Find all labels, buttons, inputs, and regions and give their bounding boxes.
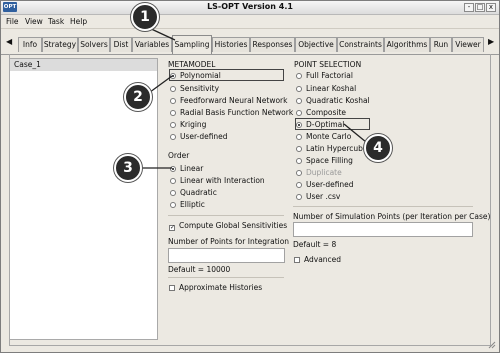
metamodel-option[interactable]: User-defined	[170, 132, 228, 143]
radio-icon[interactable]	[296, 194, 302, 200]
minimize-button[interactable]: -	[464, 3, 474, 12]
radio-icon[interactable]	[170, 86, 176, 92]
tab-dist[interactable]: Dist	[110, 37, 132, 52]
tab-scroll-left-icon[interactable]: ◀	[6, 37, 12, 46]
menu-file[interactable]: File	[6, 17, 19, 26]
callout-1: 1	[131, 3, 159, 31]
menu-help[interactable]: Help	[70, 17, 87, 26]
order-option[interactable]: Quadratic	[170, 188, 217, 199]
approximate-histories-checkbox[interactable]: Approximate Histories	[169, 283, 262, 294]
radio-icon[interactable]	[170, 98, 176, 104]
radio-icon[interactable]	[296, 110, 302, 116]
metamodel-option[interactable]: Sensitivity	[170, 84, 219, 95]
resize-grip-icon[interactable]	[488, 341, 496, 349]
tab-algorithms[interactable]: Algorithms	[384, 37, 430, 52]
point-selection-option[interactable]: Full Factorial	[296, 71, 353, 82]
title-bar: OPT LS-OPT Version 4.1 - □ x	[1, 1, 499, 15]
tab-sampling[interactable]: Sampling	[172, 35, 212, 54]
radio-icon[interactable]	[296, 182, 302, 188]
point-selection-option[interactable]: D-Optimal	[296, 120, 344, 131]
radio-icon[interactable]	[170, 122, 176, 128]
metamodel-option[interactable]: Polynomial	[170, 71, 221, 82]
metamodel-option[interactable]: Radial Basis Function Network	[170, 108, 293, 119]
order-header: Order	[168, 151, 190, 160]
radio-icon[interactable]	[170, 190, 176, 196]
maximize-button[interactable]: □	[475, 3, 485, 12]
point-selection-option: Duplicate	[296, 168, 342, 179]
point-selection-option[interactable]: Latin Hypercube	[296, 144, 368, 155]
simulation-default-text: Default = 8	[293, 240, 337, 249]
main-window: OPT LS-OPT Version 4.1 - □ x File View T…	[0, 0, 500, 353]
menu-bar: File View Task Help	[1, 15, 499, 29]
radio-icon[interactable]	[296, 98, 302, 104]
callout-4: 4	[364, 134, 392, 162]
tab-info[interactable]: Info	[18, 37, 42, 52]
metamodel-option[interactable]: Feedforward Neural Network	[170, 96, 287, 107]
point-selection-option[interactable]: User-defined	[296, 180, 354, 191]
simulation-points-input[interactable]	[293, 222, 473, 237]
tab-run[interactable]: Run	[430, 37, 452, 52]
point-selection-option[interactable]: Quadratic Koshal	[296, 96, 370, 107]
radio-icon[interactable]	[296, 134, 302, 140]
menu-view[interactable]: View	[25, 17, 43, 26]
tab-histories[interactable]: Histories	[212, 37, 250, 52]
metamodel-option[interactable]: Kriging	[170, 120, 206, 131]
tab-objective[interactable]: Objective	[295, 37, 337, 52]
radio-icon[interactable]	[296, 73, 302, 79]
metamodel-header: METAMODEL	[168, 60, 216, 69]
simulation-points-label: Number of Simulation Points (per Iterati…	[293, 212, 491, 221]
window-controls: - □ x	[464, 3, 496, 12]
menu-task[interactable]: Task	[48, 17, 64, 26]
radio-icon[interactable]	[170, 202, 176, 208]
tab-strategy[interactable]: Strategy	[42, 37, 78, 52]
global-sensitivities-checkbox[interactable]: ✓ Compute Global Sensitivities	[169, 221, 287, 232]
tab-viewer[interactable]: Viewer	[452, 37, 484, 52]
integration-default-text: Default = 10000	[168, 265, 231, 274]
point-selection-header: POINT SELECTION	[294, 60, 362, 69]
radio-icon[interactable]	[170, 178, 176, 184]
callout-3: 3	[114, 154, 142, 182]
checkbox-icon[interactable]	[294, 257, 300, 263]
radio-icon[interactable]	[170, 73, 176, 79]
point-selection-option[interactable]: Linear Koshal	[296, 84, 356, 95]
tab-constraints[interactable]: Constraints	[337, 37, 384, 52]
integration-points-input[interactable]	[168, 248, 285, 263]
order-option[interactable]: Linear with Interaction	[170, 176, 265, 187]
order-option[interactable]: Elliptic	[170, 200, 205, 211]
radio-icon[interactable]	[170, 166, 176, 172]
radio-icon[interactable]	[296, 122, 302, 128]
radio-icon[interactable]	[170, 134, 176, 140]
tab-responses[interactable]: Responses	[250, 37, 295, 52]
radio-icon[interactable]	[296, 158, 302, 164]
check-icon[interactable]: ✓	[169, 225, 175, 231]
advanced-checkbox[interactable]: Advanced	[294, 255, 341, 266]
integration-points-label: Number of Points for Integration	[168, 237, 290, 246]
tab-bar: ◀ Info Strategy Solvers Dist Variables S…	[1, 29, 499, 55]
tab-solvers[interactable]: Solvers	[78, 37, 110, 52]
list-item[interactable]: Case_1	[10, 59, 157, 71]
point-selection-option[interactable]: User .csv	[296, 192, 340, 203]
point-selection-option[interactable]: Monte Carlo	[296, 132, 351, 143]
divider	[168, 215, 284, 216]
radio-icon	[296, 170, 302, 176]
radio-icon[interactable]	[170, 110, 176, 116]
radio-icon[interactable]	[296, 86, 302, 92]
window-title: LS-OPT Version 4.1	[207, 2, 293, 11]
tab-scroll-right-icon[interactable]: ▶	[488, 37, 494, 46]
callout-2: 2	[124, 83, 152, 111]
point-selection-option[interactable]: Space Filling	[296, 156, 353, 167]
checkbox-icon[interactable]	[169, 285, 175, 291]
close-button[interactable]: x	[486, 3, 496, 12]
divider	[168, 277, 284, 278]
radio-icon[interactable]	[296, 146, 302, 152]
divider	[293, 206, 473, 207]
tab-variables[interactable]: Variables	[132, 37, 172, 52]
order-option[interactable]: Linear	[170, 164, 203, 175]
